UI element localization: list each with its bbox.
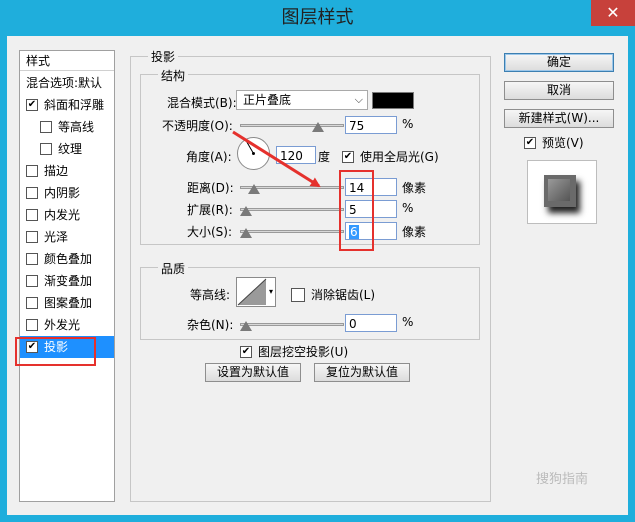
contour-label: 等高线:	[190, 288, 231, 302]
close-button[interactable]: ✕	[591, 0, 635, 26]
ok-button[interactable]: 确定	[504, 53, 614, 72]
noise-slider-thumb[interactable]	[240, 321, 252, 331]
style-item-label: 描边	[44, 164, 69, 178]
style-item[interactable]: 颜色叠加	[20, 248, 114, 270]
style-item-label: 内阴影	[44, 186, 81, 200]
style-item-label: 外发光	[44, 318, 81, 332]
style-item[interactable]: 图案叠加	[20, 292, 114, 314]
contour-picker[interactable]: ▾	[236, 277, 276, 307]
style-item-label: 等高线	[58, 120, 95, 134]
style-item-checkbox-icon[interactable]	[40, 142, 52, 155]
style-item[interactable]: 描边	[20, 160, 114, 182]
style-item[interactable]: 渐变叠加	[20, 270, 114, 292]
global-light-check-icon[interactable]	[342, 150, 354, 163]
set-default-button[interactable]: 设置为默认值	[205, 363, 301, 382]
opacity-label: 不透明度(O):	[162, 119, 233, 133]
preview-checkbox[interactable]: 预览(V)	[524, 134, 584, 151]
style-item[interactable]: 纹理	[20, 138, 114, 160]
style-item-label: 内发光	[44, 208, 81, 222]
noise-input[interactable]: 0	[345, 314, 397, 332]
blend-mode-label: 混合模式(B):	[167, 96, 237, 110]
knockout-label: 图层挖空投影(U)	[258, 345, 349, 359]
antialias-label: 消除锯齿(L)	[311, 288, 376, 302]
style-item[interactable]: 等高线	[20, 116, 114, 138]
preview-shape-bevel	[548, 179, 570, 201]
size-unit: 像素	[402, 225, 427, 239]
spread-slider-track	[240, 208, 344, 211]
global-light-checkbox[interactable]: 使用全局光(G)	[342, 148, 439, 165]
knockout-checkbox[interactable]: 图层挖空投影(U)	[240, 343, 348, 360]
preview-label: 预览(V)	[542, 136, 584, 150]
noise-unit: %	[402, 315, 414, 329]
styles-list: 样式 混合选项:默认 斜面和浮雕等高线纹理描边内阴影内发光光泽颜色叠加渐变叠加图…	[19, 50, 115, 502]
preview-check-icon[interactable]	[524, 136, 536, 149]
size-slider[interactable]	[240, 225, 344, 239]
distance-unit: 像素	[402, 181, 427, 195]
style-item-checkbox-icon[interactable]	[26, 98, 38, 111]
antialias-checkbox[interactable]: 消除锯齿(L)	[291, 286, 375, 303]
style-item-checkbox-icon[interactable]	[26, 164, 38, 177]
style-item[interactable]: 外发光	[20, 314, 114, 336]
opacity-unit: %	[402, 117, 414, 131]
style-item-checkbox-icon[interactable]	[26, 296, 38, 309]
title-bar[interactable]: 图层样式 ✕	[0, 0, 635, 36]
spread-label: 扩展(R):	[187, 203, 233, 217]
spread-slider-thumb[interactable]	[240, 206, 252, 216]
window-title: 图层样式	[281, 7, 354, 28]
style-item[interactable]: 斜面和浮雕	[20, 94, 114, 116]
style-item-label: 光泽	[44, 230, 69, 244]
style-item[interactable]: 内发光	[20, 204, 114, 226]
structure-title: 结构	[158, 67, 189, 84]
preview-thumbnail	[527, 160, 597, 224]
style-item-checkbox-icon[interactable]	[26, 274, 38, 287]
style-item[interactable]: 内阴影	[20, 182, 114, 204]
knockout-check-icon[interactable]	[240, 345, 252, 358]
highlight-value-fields	[339, 170, 374, 251]
new-style-button[interactable]: 新建样式(W)...	[504, 109, 614, 128]
spread-slider[interactable]	[240, 203, 344, 217]
size-label: 大小(S):	[187, 225, 233, 239]
style-item-checkbox-icon[interactable]	[26, 230, 38, 243]
noise-slider[interactable]	[240, 318, 344, 332]
layer-style-window: 图层样式 ✕ 样式 混合选项:默认 斜面和浮雕等高线纹理描边内阴影内发光光泽颜色…	[0, 0, 635, 522]
blend-options-item[interactable]: 混合选项:默认	[20, 72, 114, 94]
noise-slider-track	[240, 323, 344, 326]
global-light-label: 使用全局光(G)	[360, 150, 439, 164]
style-item-label: 斜面和浮雕	[44, 98, 105, 112]
style-item-label: 颜色叠加	[44, 252, 93, 266]
style-item-checkbox-icon[interactable]	[26, 318, 38, 331]
style-item-label: 渐变叠加	[44, 274, 93, 288]
watermark-text: 搜狗指南	[536, 472, 589, 487]
blend-mode-select[interactable]: 正片叠底 ⌵	[236, 90, 368, 110]
highlight-drop-shadow-item	[15, 337, 96, 366]
spread-unit: %	[402, 201, 414, 215]
shadow-color-swatch[interactable]	[372, 92, 414, 109]
drop-shadow-title: 投影	[148, 48, 179, 65]
noise-label: 杂色(N):	[187, 318, 234, 332]
style-item-label: 图案叠加	[44, 296, 93, 310]
preview-shape	[544, 175, 576, 207]
style-item-checkbox-icon[interactable]	[26, 186, 38, 199]
styles-list-header[interactable]: 样式	[20, 51, 114, 71]
annotation-arrow	[232, 130, 321, 188]
contour-dropdown-icon[interactable]: ▾	[269, 287, 273, 296]
quality-title: 品质	[158, 260, 189, 277]
contour-linear-icon	[237, 278, 267, 306]
style-item-checkbox-icon[interactable]	[26, 208, 38, 221]
reset-default-button[interactable]: 复位为默认值	[314, 363, 410, 382]
chevron-down-icon: ⌵	[354, 93, 363, 106]
style-item-label: 纹理	[58, 142, 83, 156]
blend-mode-value: 正片叠底	[243, 93, 292, 107]
cancel-button[interactable]: 取消	[504, 81, 614, 100]
size-slider-track	[240, 230, 344, 233]
opacity-input[interactable]: 75	[345, 116, 397, 134]
angle-label: 角度(A):	[186, 150, 232, 164]
size-slider-thumb[interactable]	[240, 228, 252, 238]
style-item-checkbox-icon[interactable]	[40, 120, 52, 133]
dialog-client: 样式 混合选项:默认 斜面和浮雕等高线纹理描边内阴影内发光光泽颜色叠加渐变叠加图…	[7, 36, 628, 515]
style-item-checkbox-icon[interactable]	[26, 252, 38, 265]
style-item[interactable]: 光泽	[20, 226, 114, 248]
antialias-check-icon[interactable]	[291, 287, 305, 302]
